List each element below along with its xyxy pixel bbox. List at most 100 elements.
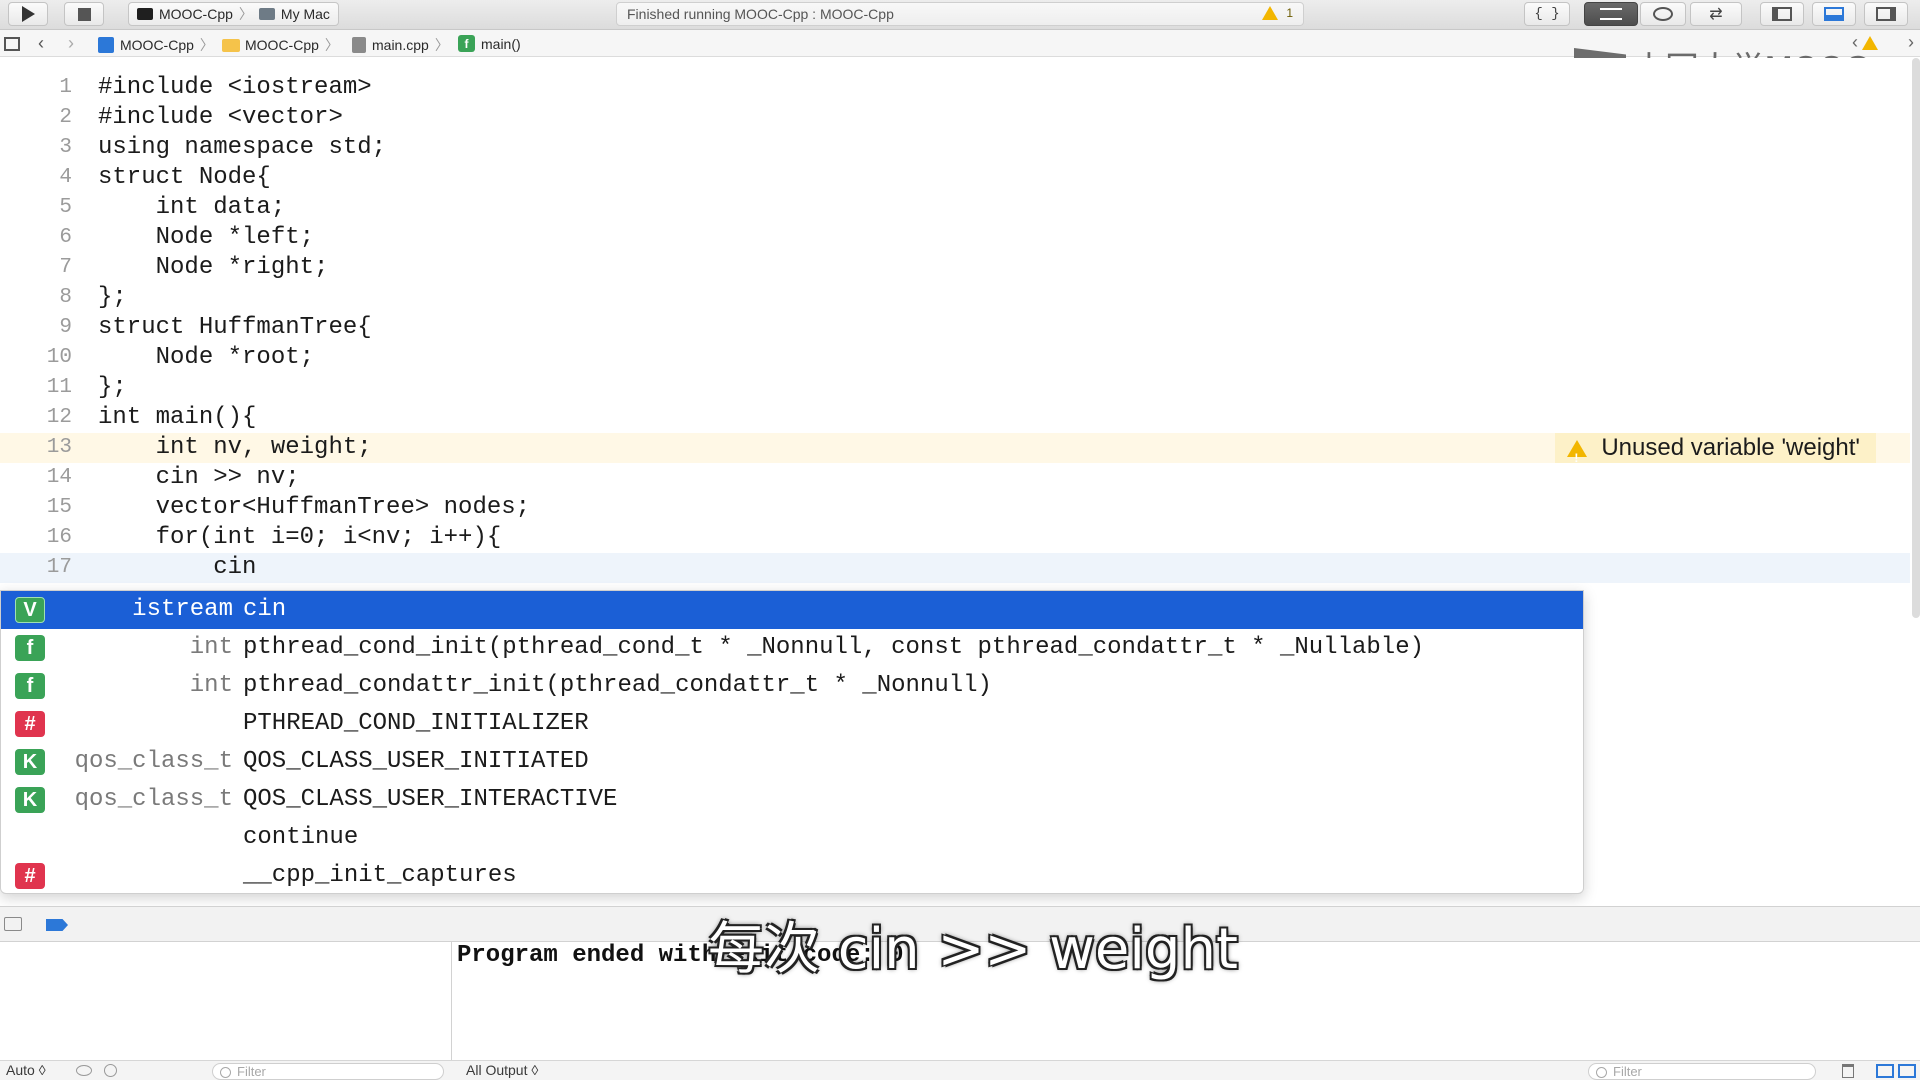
chevron-right-icon[interactable]: › xyxy=(1908,32,1914,53)
back-arrow-icon[interactable]: ‹ xyxy=(38,33,44,54)
play-icon xyxy=(21,6,35,22)
line-number: 10 xyxy=(46,346,72,369)
warning-icon xyxy=(1567,439,1588,473)
breadcrumb-symbol[interactable]: f main() xyxy=(458,35,521,52)
lines-icon xyxy=(1600,8,1622,20)
variables-filter-input[interactable]: Filter xyxy=(212,1063,444,1080)
activity-viewer: Finished running MOOC-Cpp : MOOC-Cpp 1 xyxy=(616,2,1304,26)
completion-name: pthread_condattr_init(pthread_condattr_t… xyxy=(243,672,992,699)
toggle-inspector-button[interactable] xyxy=(1864,2,1908,26)
line-number: 6 xyxy=(59,226,72,249)
info-icon[interactable] xyxy=(104,1064,117,1077)
eye-icon[interactable] xyxy=(76,1065,92,1076)
code-line[interactable]: 15 vector<HuffmanTree> nodes; xyxy=(0,493,1910,523)
completion-name: continue xyxy=(243,824,359,851)
code-text: int data; xyxy=(98,194,286,221)
completion-type: qos_class_t xyxy=(74,748,233,775)
code-completion-popup[interactable]: V istream cin f int pthread_cond_init(pt… xyxy=(0,590,1584,894)
code-line[interactable]: 4 struct Node{ xyxy=(0,163,1910,193)
completion-item[interactable]: K qos_class_t QOS_CLASS_USER_INTERACTIVE xyxy=(1,781,1583,819)
completion-name: __cpp_init_captures xyxy=(243,862,517,889)
code-line-warning[interactable]: 13 int nv, weight; Unused variable 'weig… xyxy=(0,433,1910,473)
breadcrumb-group[interactable]: MOOC-Cpp 〉 xyxy=(222,35,339,55)
macro-badge-icon: # xyxy=(15,711,45,737)
code-line[interactable]: 8 }; xyxy=(0,283,1910,313)
code-text: int nv, weight; xyxy=(98,434,372,461)
code-line[interactable]: 10 Node *root; xyxy=(0,343,1910,373)
toggle-debug-area-button[interactable] xyxy=(1812,2,1856,26)
breadcrumb-label: main() xyxy=(481,35,521,52)
code-text: #include <vector> xyxy=(98,104,343,131)
code-text: Node *root; xyxy=(98,344,315,371)
code-line[interactable]: 14 cin >> nv; xyxy=(0,463,1910,493)
scheme-target: MOOC-Cpp xyxy=(159,6,233,22)
code-line[interactable]: 2 #include <vector> xyxy=(0,103,1910,133)
completion-item[interactable]: continue xyxy=(1,819,1583,857)
function-icon: f xyxy=(458,35,475,52)
completion-type: int xyxy=(189,634,233,661)
code-line[interactable]: 9 struct HuffmanTree{ xyxy=(0,313,1910,343)
toggle-navigator-button[interactable] xyxy=(1760,2,1804,26)
warning-count-badge[interactable]: 1 xyxy=(1262,6,1293,20)
code-line[interactable]: 3 using namespace std; xyxy=(0,133,1910,163)
forward-arrow-icon[interactable]: › xyxy=(68,33,74,54)
code-text: struct Node{ xyxy=(98,164,271,191)
code-text: struct HuffmanTree{ xyxy=(98,314,372,341)
code-line[interactable]: 7 Node *right; xyxy=(0,253,1910,283)
completion-name: cin xyxy=(243,596,287,623)
code-line[interactable]: 6 Node *left; xyxy=(0,223,1910,253)
chevron-right-icon: 〉 xyxy=(238,6,253,22)
editor-scrollbar[interactable] xyxy=(1912,58,1920,618)
terminal-icon xyxy=(137,8,153,20)
breakpoint-toggle-icon[interactable] xyxy=(46,919,68,931)
code-line[interactable]: 16 for(int i=0; i<nv; i++){ xyxy=(0,523,1910,553)
related-items-icon[interactable] xyxy=(4,37,20,51)
stop-button[interactable] xyxy=(64,2,104,26)
folder-icon xyxy=(222,38,240,52)
mac-icon xyxy=(258,8,275,20)
code-text: Node *right; xyxy=(98,254,329,281)
hide-debug-area-icon[interactable] xyxy=(4,917,22,931)
split-left-icon[interactable] xyxy=(1876,1064,1894,1078)
completion-name: PTHREAD_COND_INITIALIZER xyxy=(243,710,589,737)
completion-item[interactable]: # PTHREAD_COND_INITIALIZER xyxy=(1,705,1583,743)
right-panel-icon xyxy=(1876,7,1896,21)
completion-item[interactable]: f int pthread_cond_init(pthread_cond_t *… xyxy=(1,629,1583,667)
activity-status: Finished running MOOC-Cpp : MOOC-Cpp xyxy=(627,6,894,22)
code-line[interactable]: 1 #include <iostream> xyxy=(0,73,1910,103)
library-button[interactable]: { } xyxy=(1524,2,1570,26)
completion-item-selected[interactable]: V istream cin xyxy=(1,591,1583,629)
console-filter-input[interactable]: Filter xyxy=(1588,1063,1816,1080)
left-panel-icon xyxy=(1772,7,1792,21)
macro-badge-icon: # xyxy=(15,863,45,889)
code-text: #include <iostream> xyxy=(98,74,372,101)
line-number: 14 xyxy=(46,466,72,489)
split-right-icon[interactable] xyxy=(1898,1064,1916,1078)
completion-item[interactable]: K qos_class_t QOS_CLASS_USER_INITIATED xyxy=(1,743,1583,781)
video-subtitle: 每次 cin >> weight xyxy=(708,917,1238,982)
completion-item[interactable]: f int pthread_condattr_init(pthread_cond… xyxy=(1,667,1583,705)
version-editor-button[interactable]: ⇄ xyxy=(1690,2,1742,26)
code-text: int main(){ xyxy=(98,404,257,431)
code-line[interactable]: 12 int main(){ xyxy=(0,403,1910,433)
issue-annotation[interactable]: Unused variable 'weight' xyxy=(1555,433,1876,473)
arrows-icon: ⇄ xyxy=(1709,6,1723,23)
completion-item[interactable]: # __cpp_init_captures xyxy=(1,857,1583,893)
braces-icon: { } xyxy=(1534,6,1560,22)
line-number: 15 xyxy=(46,496,72,519)
assistant-editor-button[interactable] xyxy=(1640,2,1686,26)
standard-editor-button[interactable] xyxy=(1584,2,1638,26)
output-selector[interactable]: All Output ◊ xyxy=(466,1062,538,1078)
code-line[interactable]: 5 int data; xyxy=(0,193,1910,223)
chevron-right-icon: 〉 xyxy=(434,37,449,53)
warning-count: 1 xyxy=(1286,6,1293,20)
breadcrumb-file[interactable]: main.cpp 〉 xyxy=(352,35,449,55)
code-line[interactable]: 11 }; xyxy=(0,373,1910,403)
code-line-current[interactable]: 17 cin xyxy=(0,553,1910,583)
run-button[interactable] xyxy=(8,2,48,26)
variables-scope-selector[interactable]: Auto ◊ xyxy=(6,1062,46,1078)
breadcrumb-project[interactable]: MOOC-Cpp 〉 xyxy=(98,35,214,55)
scheme-selector[interactable]: MOOC-Cpp 〉 My Mac xyxy=(128,2,339,26)
trash-icon[interactable] xyxy=(1842,1064,1854,1078)
scheme-device: My Mac xyxy=(280,6,330,22)
